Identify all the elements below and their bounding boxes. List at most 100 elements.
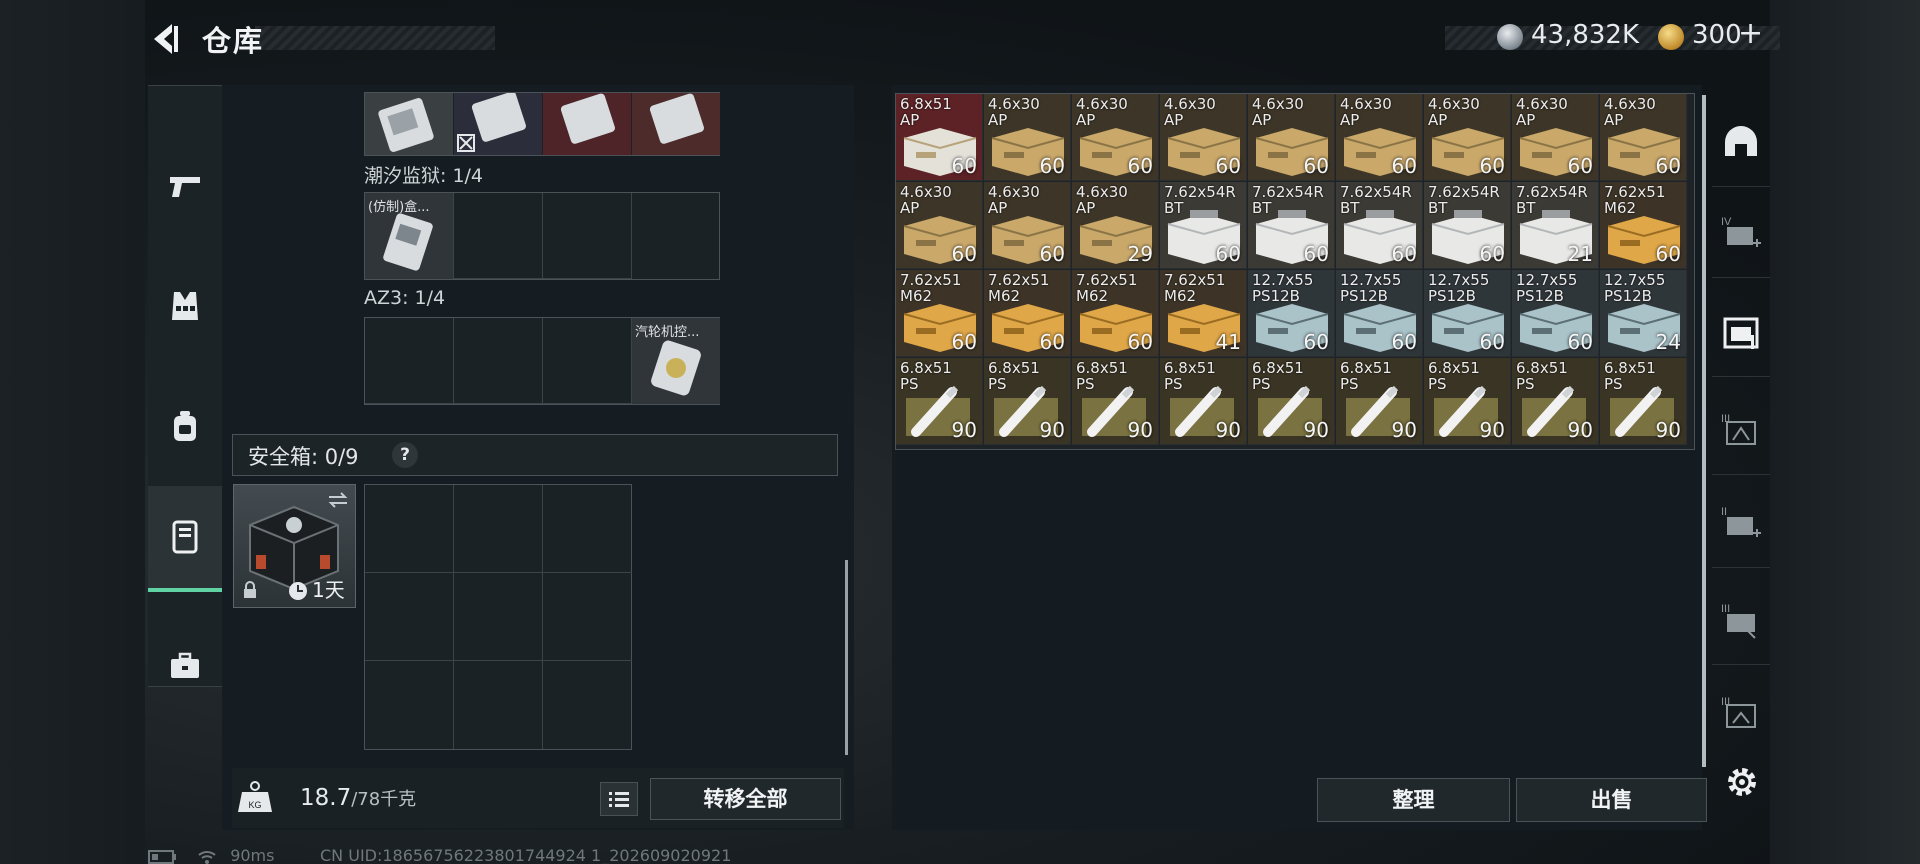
rail-stash[interactable] — [1712, 287, 1770, 377]
nav-tools[interactable] — [148, 616, 222, 716]
rail-tier3-map[interactable]: III — [1712, 385, 1770, 475]
ammo-item[interactable]: 4.6x30 AP 60 — [1160, 94, 1247, 181]
nav-backpack[interactable] — [148, 376, 222, 476]
ammo-type: PS12B — [1340, 287, 1388, 305]
ammo-item[interactable]: 7.62x54R BT 60 — [1336, 182, 1423, 269]
ammo-item[interactable]: 12.7x55 PS12B 60 — [1336, 270, 1423, 357]
title-hatch-decoration — [255, 26, 495, 50]
ammo-caliber: 4.6x30 — [1516, 95, 1568, 113]
organize-button[interactable]: 整理 — [1317, 778, 1510, 822]
list-view-button[interactable] — [600, 782, 638, 816]
ammo-item[interactable]: 6.8x51 PS 90 — [1072, 358, 1159, 445]
ammo-item[interactable]: 7.62x51 M62 60 — [896, 270, 983, 357]
ammo-item[interactable]: 7.62x54R BT 21 — [1512, 182, 1599, 269]
ammo-item[interactable]: 7.62x51 M62 60 — [1600, 182, 1687, 269]
ammo-item[interactable]: 6.8x51 AP 60 — [896, 94, 983, 181]
ammo-count: 90 — [1479, 418, 1505, 442]
rail-tier3-map-alt[interactable]: III — [1712, 668, 1770, 758]
safe-case-slot[interactable]: 1天 — [233, 484, 356, 608]
nav-safe-box[interactable] — [148, 486, 222, 592]
ammo-count: 60 — [1303, 330, 1329, 354]
ammo-item[interactable]: 6.8x51 PS 90 — [1512, 358, 1599, 445]
nav-armor[interactable] — [148, 256, 222, 356]
back-button[interactable] — [148, 20, 182, 58]
ammo-count: 60 — [1655, 154, 1681, 178]
gear-item[interactable] — [632, 93, 720, 155]
ammo-item[interactable]: 12.7x55 PS12B 60 — [1512, 270, 1599, 357]
silver-coin-icon — [1497, 24, 1523, 50]
loadout-scrollbar[interactable] — [845, 560, 848, 755]
gear-item[interactable] — [454, 93, 542, 155]
tier-4-medkit-icon: IV — [1721, 216, 1761, 247]
ammo-item[interactable]: 4.6x30 AP 60 — [1600, 94, 1687, 181]
safe-slot[interactable] — [454, 485, 543, 573]
ammo-item[interactable]: 6.8x51 PS 90 — [896, 358, 983, 445]
safe-slot[interactable] — [543, 485, 632, 573]
ammo-item[interactable]: 7.62x54R BT 60 — [1160, 182, 1247, 269]
rail-helmet[interactable] — [1712, 97, 1770, 187]
svg-text:II: II — [1721, 506, 1727, 518]
safe-slot[interactable] — [543, 661, 632, 749]
safe-slot[interactable] — [454, 573, 543, 661]
status-bar: 90ms — [148, 846, 274, 864]
ammo-item[interactable]: 6.8x51 PS 90 — [984, 358, 1071, 445]
ammo-item[interactable]: 7.62x51 M62 41 — [1160, 270, 1247, 357]
ammo-item[interactable]: 4.6x30 AP 29 — [1072, 182, 1159, 269]
ammo-item[interactable]: 6.8x51 PS 90 — [1600, 358, 1687, 445]
safe-slot[interactable] — [365, 485, 454, 573]
add-gold-button[interactable]: + — [1738, 16, 1763, 51]
ammo-item[interactable]: 6.8x51 PS 90 — [1248, 358, 1335, 445]
ammo-item[interactable]: 12.7x55 PS12B 24 — [1600, 270, 1687, 357]
ammo-caliber: 6.8x51 — [900, 359, 952, 377]
ammo-item[interactable]: 6.8x51 PS 90 — [1160, 358, 1247, 445]
ammo-caliber: 6.8x51 — [1604, 359, 1656, 377]
ammo-count: 60 — [951, 242, 977, 266]
gear-item[interactable] — [543, 93, 631, 155]
ammo-item[interactable]: 7.62x54R BT 60 — [1424, 182, 1511, 269]
az3-item[interactable]: 汽轮机控... — [632, 318, 720, 404]
ammo-item[interactable]: 7.62x51 M62 60 — [1072, 270, 1159, 357]
ammo-count: 60 — [1215, 242, 1241, 266]
ammo-caliber: 4.6x30 — [1164, 95, 1216, 113]
ammo-caliber: 6.8x51 — [1164, 359, 1216, 377]
ammo-count: 60 — [1303, 154, 1329, 178]
gear-item[interactable] — [365, 93, 453, 155]
silver-currency-amount: 43,832K — [1531, 20, 1640, 50]
ammo-item[interactable]: 4.6x30 AP 60 — [1248, 94, 1335, 181]
rail-tier4-medkit[interactable]: IV — [1712, 188, 1770, 278]
rail-tier2-medkit[interactable]: II — [1712, 478, 1770, 568]
ammo-item[interactable]: 6.8x51 PS 90 — [1424, 358, 1511, 445]
rail-tier3-key[interactable]: III — [1712, 575, 1770, 665]
help-button[interactable]: ? — [392, 442, 418, 468]
tier-2-medkit-icon: II — [1721, 506, 1761, 537]
ammo-caliber: 7.62x54R — [1340, 183, 1412, 201]
tide-prison-item[interactable]: (仿制)盒... — [365, 193, 453, 279]
ammo-item[interactable]: 4.6x30 AP 60 — [984, 182, 1071, 269]
ammo-item[interactable]: 4.6x30 AP 60 — [1336, 94, 1423, 181]
stash-scrollbar[interactable] — [1702, 95, 1706, 767]
ammo-item[interactable]: 7.62x51 M62 60 — [984, 270, 1071, 357]
ammo-item[interactable]: 4.6x30 AP 60 — [1072, 94, 1159, 181]
settings-button[interactable] — [1723, 763, 1761, 801]
ammo-item[interactable]: 4.6x30 AP 60 — [984, 94, 1071, 181]
ammo-item[interactable]: 4.6x30 AP 60 — [1512, 94, 1599, 181]
ammo-count: 60 — [1303, 242, 1329, 266]
ammo-item[interactable]: 12.7x55 PS12B 60 — [1248, 270, 1335, 357]
swap-icon[interactable] — [327, 491, 349, 509]
ammo-type: M62 — [1076, 287, 1109, 305]
ammo-type: PS — [900, 375, 919, 393]
safe-slot[interactable] — [365, 661, 454, 749]
nav-weapons[interactable] — [148, 136, 222, 236]
transfer-all-button[interactable]: 转移全部 — [650, 778, 841, 820]
ammo-item[interactable]: 12.7x55 PS12B 60 — [1424, 270, 1511, 357]
ammo-item[interactable]: 6.8x51 PS 90 — [1336, 358, 1423, 445]
card-item-icon — [649, 93, 704, 144]
safe-slot[interactable] — [365, 573, 454, 661]
sell-button[interactable]: 出售 — [1516, 778, 1707, 822]
safe-slot[interactable] — [454, 661, 543, 749]
ammo-item[interactable]: 7.62x54R BT 60 — [1248, 182, 1335, 269]
ammo-item[interactable]: 4.6x30 AP 60 — [896, 182, 983, 269]
ammo-item[interactable]: 4.6x30 AP 60 — [1424, 94, 1511, 181]
ammo-count: 60 — [1479, 154, 1505, 178]
safe-slot[interactable] — [543, 573, 632, 661]
